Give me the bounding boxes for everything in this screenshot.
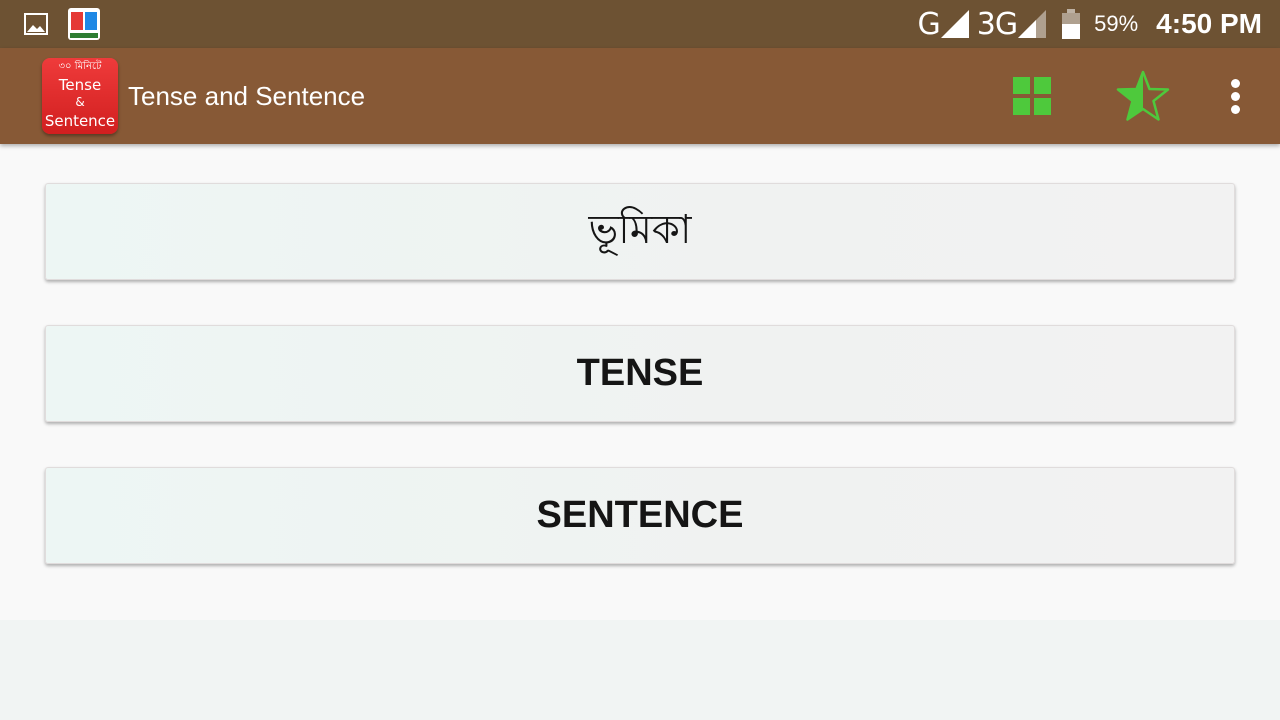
- menu-item-label: TENSE: [576, 352, 704, 394]
- signal-strength-icon-2: [1018, 10, 1047, 38]
- logo-line-1: Tense: [58, 76, 102, 94]
- logo-top-text: ৩০ মিনিটে: [58, 61, 102, 72]
- grid-icon[interactable]: [1012, 76, 1052, 116]
- menu-item-tense[interactable]: TENSE: [45, 325, 1235, 422]
- menu-item-label: ভূমিকা: [588, 207, 692, 253]
- menu-item-introduction[interactable]: ভূমিকা: [45, 183, 1235, 280]
- battery-icon: [1062, 9, 1081, 39]
- app-logo: ৩০ মিনিটে Tense & Sentence: [42, 58, 118, 134]
- network-type-label: G: [917, 6, 941, 42]
- status-bar: G 3G 59% 4:50 PM: [0, 0, 1280, 48]
- battery-percent: 59%: [1094, 11, 1139, 36]
- signal-strength-icon: [940, 10, 969, 38]
- image-notification-icon: [24, 13, 48, 35]
- app-title: Tense and Sentence: [128, 81, 366, 111]
- menu-item-label: SENTENCE: [536, 494, 744, 536]
- clock: 4:50 PM: [1156, 8, 1262, 39]
- star-half-icon[interactable]: [1116, 70, 1170, 122]
- app-bar: ৩০ মিনিটে Tense & Sentence Tense and Sen…: [0, 48, 1280, 144]
- more-vert-icon[interactable]: [1224, 76, 1248, 116]
- logo-line-3: Sentence: [44, 112, 116, 130]
- main-content: ভূমিকা TENSE SENTENCE: [0, 144, 1280, 620]
- logo-line-2: &: [75, 95, 85, 109]
- menu-item-sentence[interactable]: SENTENCE: [45, 467, 1235, 564]
- network-type-label-2: 3G: [976, 6, 1018, 42]
- app-notification-icon: [68, 8, 100, 40]
